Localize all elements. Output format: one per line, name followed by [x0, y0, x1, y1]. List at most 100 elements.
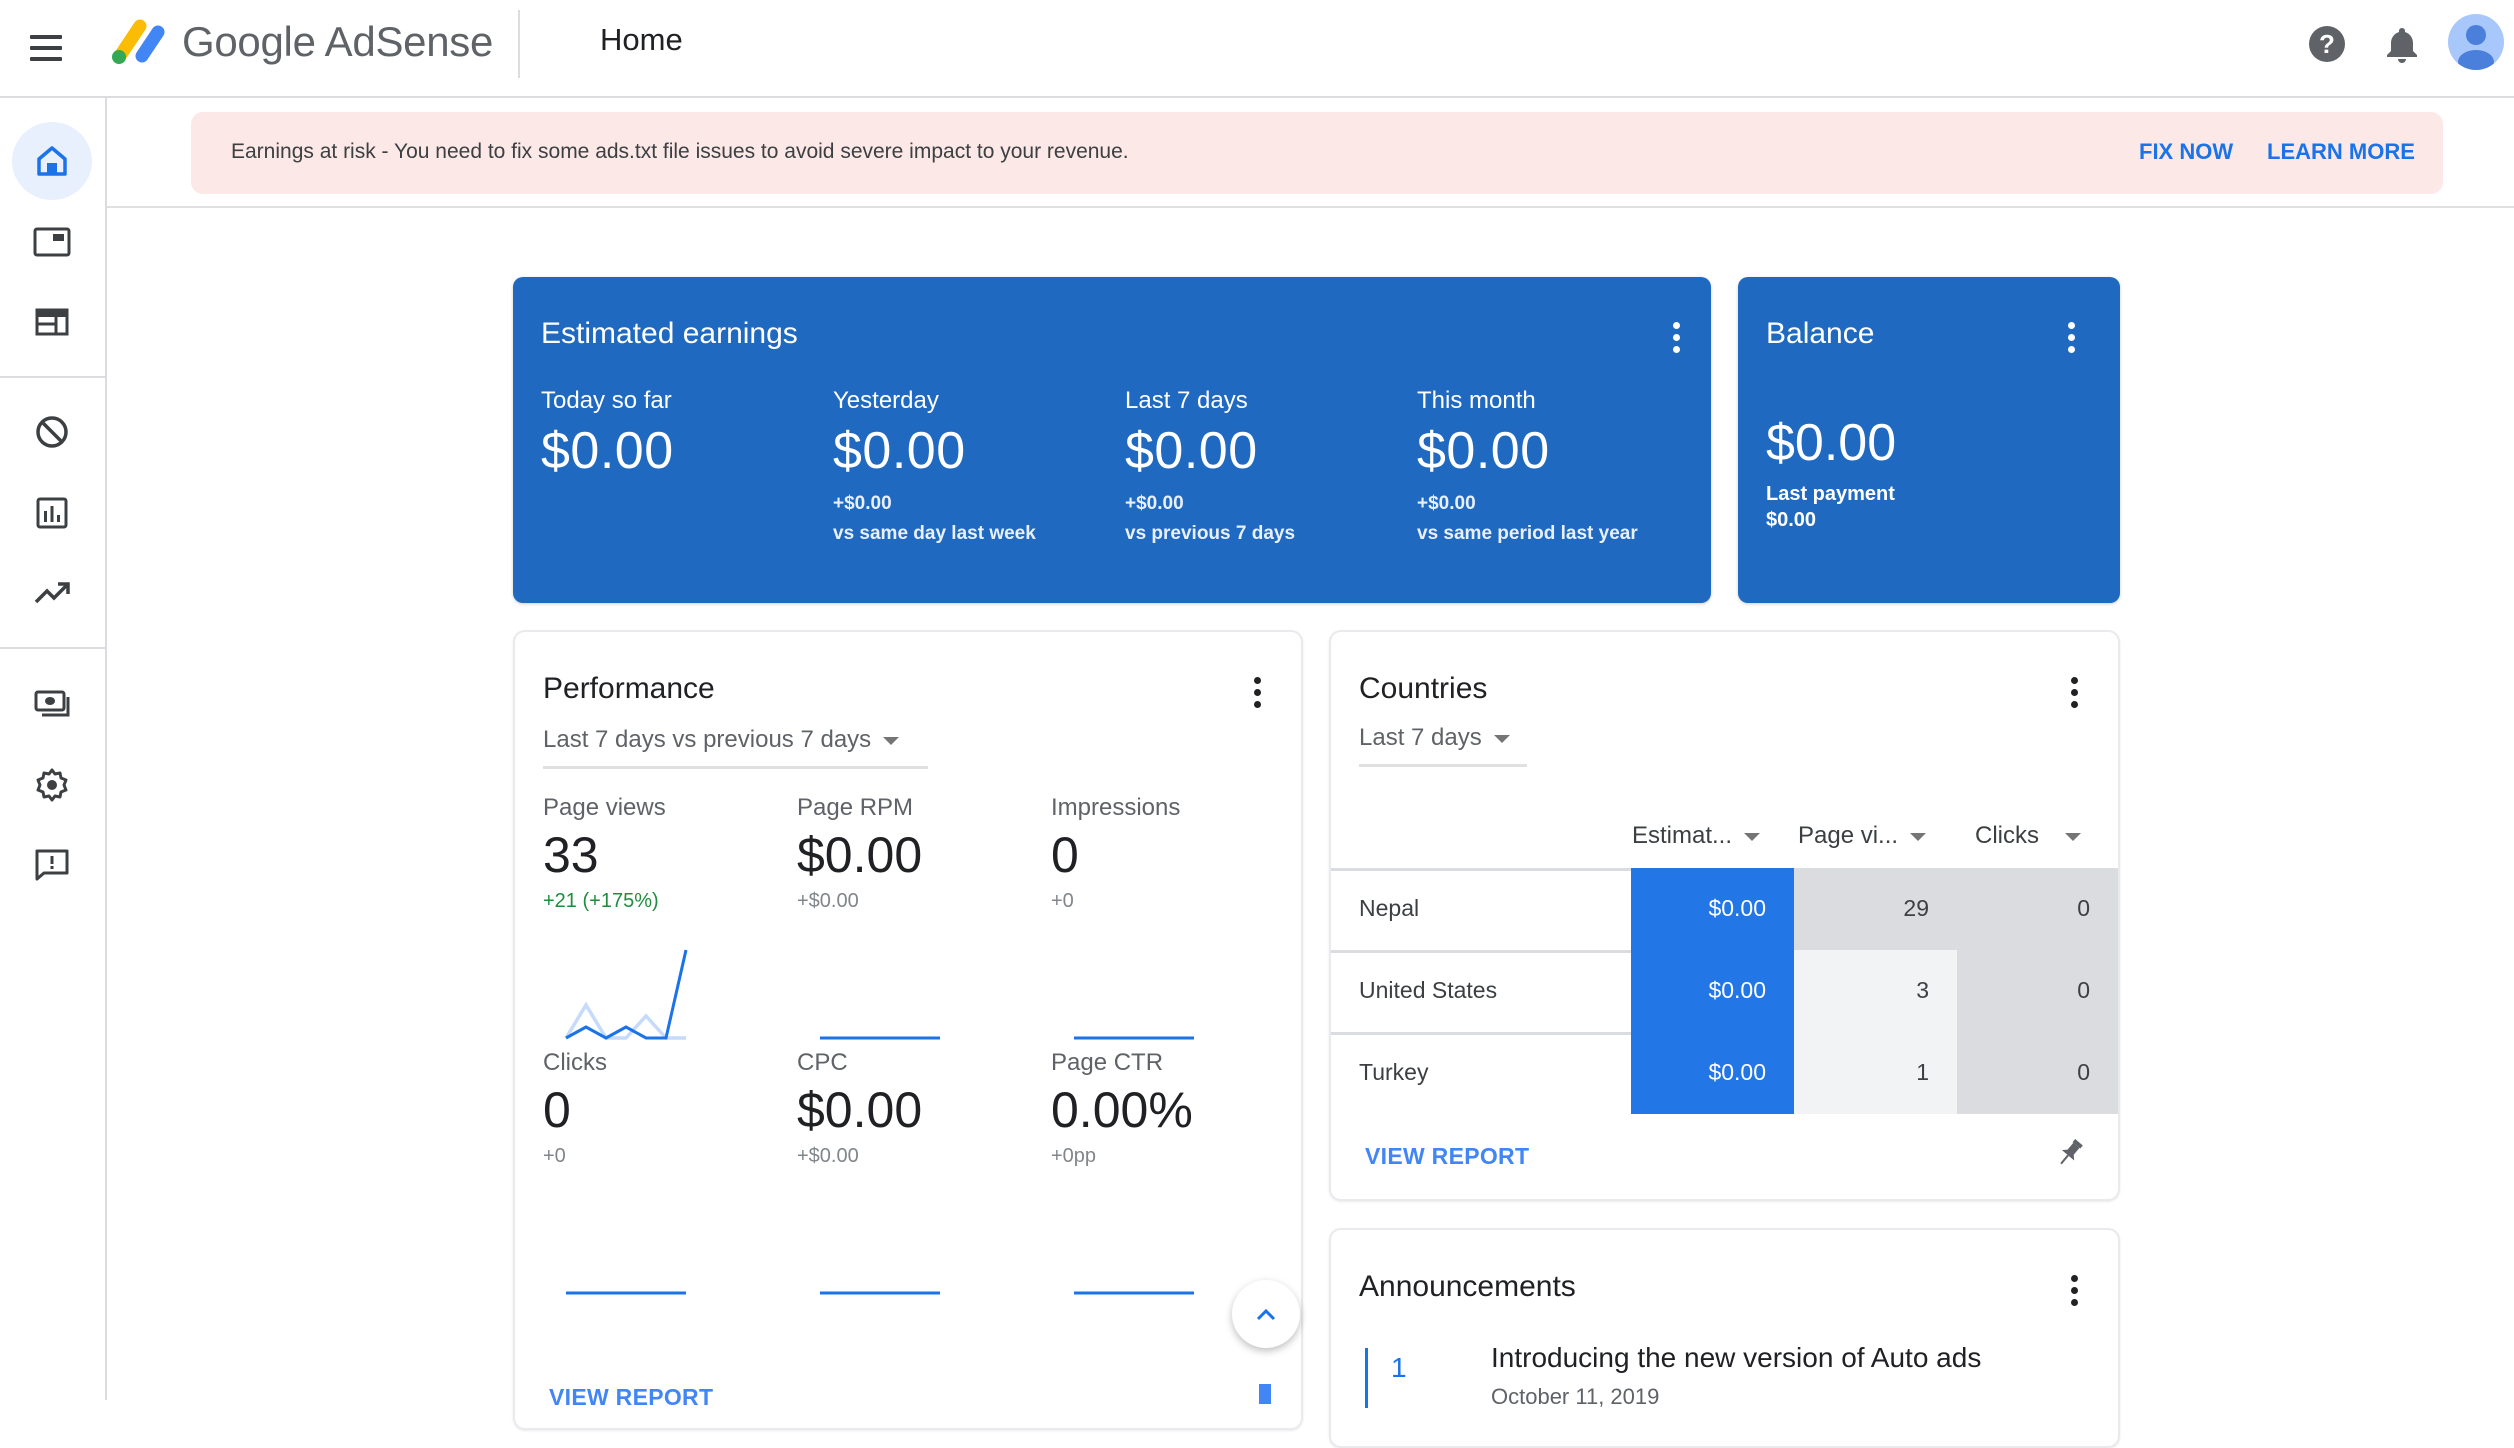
announcement-title[interactable]: Introducing the new version of Auto ads — [1491, 1342, 1981, 1374]
announcements-title: Announcements — [1359, 1270, 1576, 1303]
metric-label: Today so far — [541, 387, 672, 414]
sort-icon — [1910, 832, 1927, 841]
pin-icon[interactable] — [1255, 1384, 1275, 1414]
metric-comparison: vs same day last week — [833, 523, 1036, 544]
countries-view-report-link[interactable]: VIEW REPORT — [1365, 1143, 1529, 1170]
ads-icon — [33, 227, 71, 257]
page-views-cell: 29 — [1794, 868, 1957, 950]
metric-value: $0.00 — [797, 1082, 923, 1138]
table-row[interactable]: Nepal $0.00 29 0 — [1331, 868, 2118, 950]
clicks-cell: 0 — [1957, 1032, 2118, 1114]
metric-label: Page views — [543, 794, 666, 821]
performance-title: Performance — [543, 672, 715, 705]
sidebar-item-reports[interactable] — [12, 474, 92, 552]
help-icon[interactable]: ? — [2305, 22, 2349, 66]
trending-up-icon — [34, 582, 70, 604]
alert-message: Earnings at risk - You need to fix some … — [231, 140, 1129, 163]
announcements-more-options-icon[interactable] — [2059, 1270, 2089, 1310]
earnings-more-options-icon[interactable] — [1661, 317, 1691, 357]
scroll-to-top-button[interactable] — [1232, 1280, 1300, 1348]
announcement-indicator — [1365, 1348, 1368, 1408]
countries-card: Countries Last 7 days Estimat... Page vi… — [1329, 630, 2120, 1201]
ads-txt-alert-banner: Earnings at risk - You need to fix some … — [191, 112, 2443, 194]
column-header-page-views[interactable]: Page vi... — [1798, 822, 1927, 850]
pin-icon[interactable] — [2053, 1136, 2087, 1170]
sidebar-item-payments[interactable] — [12, 665, 92, 743]
range-label: Last 7 days — [1359, 724, 1482, 751]
metric-value: $0.00 — [797, 827, 923, 883]
sidebar-item-ads[interactable] — [12, 203, 92, 281]
metric-delta: +0 — [543, 1145, 566, 1167]
notifications-icon[interactable] — [2380, 22, 2424, 66]
metric-label: Yesterday — [833, 387, 939, 414]
page-views-cell: 1 — [1794, 1032, 1957, 1114]
earnings-metric-today: Today so far $0.00 — [541, 387, 674, 481]
countries-range-dropdown[interactable]: Last 7 days — [1359, 724, 1527, 767]
block-icon — [36, 416, 68, 448]
metric-label: Page CTR — [1051, 1049, 1164, 1076]
earnings-metric-yesterday: Yesterday $0.00 +$0.00 vs same day last … — [833, 387, 1036, 545]
metric-label: Impressions — [1051, 794, 1181, 821]
sidebar-item-account[interactable] — [12, 746, 92, 824]
adsense-logo-icon — [112, 19, 165, 64]
countries-title: Countries — [1359, 672, 1488, 705]
sidebar-item-home[interactable] — [12, 122, 92, 200]
earnings-metric-last-7-days: Last 7 days $0.00 +$0.00 vs previous 7 d… — [1125, 387, 1295, 545]
home-icon — [37, 146, 67, 176]
learn-more-button[interactable]: LEARN MORE — [2267, 139, 2415, 165]
menu-icon[interactable] — [30, 26, 74, 70]
chevron-up-icon — [1256, 1308, 1276, 1321]
metric-label: Last 7 days — [1125, 387, 1248, 414]
column-label: Estimat... — [1632, 822, 1733, 849]
metric-delta: +0pp — [1051, 1145, 1097, 1167]
top-app-bar: Google AdSense Home ? — [0, 0, 2514, 98]
perf-metric-page-ctr[interactable]: Page CTR 0.00% +0pp — [1051, 1049, 1281, 1168]
earnings-metric-this-month: This month $0.00 +$0.00 vs same period l… — [1417, 387, 1638, 545]
sidebar-item-blocking-controls[interactable] — [12, 393, 92, 471]
column-header-estimated-earnings[interactable]: Estimat... — [1632, 822, 1761, 850]
sparkline-page-rpm — [820, 1036, 940, 1040]
table-row[interactable]: Turkey $0.00 1 0 — [1331, 1032, 2118, 1114]
metric-label: This month — [1417, 387, 1536, 414]
estimated-earnings-card: Estimated earnings Today so far $0.00 Ye… — [513, 277, 1711, 603]
perf-metric-clicks[interactable]: Clicks 0 +0 — [543, 1049, 773, 1168]
perf-metric-cpc[interactable]: CPC $0.00 +$0.00 — [797, 1049, 1027, 1168]
metric-value: 0 — [543, 1082, 571, 1138]
announcement-index: 1 — [1391, 1352, 1407, 1383]
chevron-down-icon — [1493, 734, 1510, 743]
brand-name: Google AdSense — [182, 18, 494, 65]
metric-value: 0.00% — [1051, 1082, 1193, 1138]
header-divider — [518, 10, 520, 78]
perf-metric-page-views[interactable]: Page views 33 +21 (+175%) — [543, 794, 773, 913]
metric-delta: +$0.00 — [1417, 493, 1476, 514]
countries-more-options-icon[interactable] — [2059, 672, 2089, 712]
performance-card: Performance Last 7 days vs previous 7 da… — [513, 630, 1303, 1430]
sidebar-item-sites[interactable] — [12, 283, 92, 361]
account-avatar[interactable] — [2448, 14, 2504, 70]
country-name: Nepal — [1359, 895, 1420, 921]
metric-delta: +21 (+175%) — [543, 890, 659, 912]
perf-metric-impressions[interactable]: Impressions 0 +0 — [1051, 794, 1281, 913]
sidebar-item-feedback[interactable] — [12, 826, 92, 904]
column-label: Page vi... — [1798, 822, 1899, 849]
metric-comparison: vs same period last year — [1417, 523, 1638, 544]
performance-more-options-icon[interactable] — [1242, 672, 1272, 712]
fix-now-button[interactable]: FIX NOW — [2139, 139, 2233, 165]
column-header-clicks[interactable]: Clicks — [1975, 822, 2081, 850]
announcements-card: Announcements 1 Introducing the new vers… — [1329, 1228, 2120, 1448]
sidebar-divider — [0, 376, 105, 378]
balance-card: Balance $0.00 Last payment $0.00 — [1738, 277, 2120, 603]
content-divider — [107, 206, 2514, 208]
perf-metric-page-rpm[interactable]: Page RPM $0.00 +$0.00 — [797, 794, 1027, 913]
table-row[interactable]: United States $0.00 3 0 — [1331, 950, 2118, 1032]
gear-icon — [36, 768, 68, 802]
last-payment-label: Last payment — [1766, 483, 1895, 505]
balance-value: $0.00 — [1766, 414, 1897, 472]
page-title: Home — [600, 22, 683, 57]
sidebar-divider — [0, 647, 105, 649]
sidebar-item-optimization[interactable] — [12, 554, 92, 632]
performance-range-dropdown[interactable]: Last 7 days vs previous 7 days — [543, 726, 928, 769]
performance-view-report-link[interactable]: VIEW REPORT — [549, 1384, 713, 1411]
person-icon — [2458, 25, 2494, 70]
balance-more-options-icon[interactable] — [2056, 317, 2086, 357]
